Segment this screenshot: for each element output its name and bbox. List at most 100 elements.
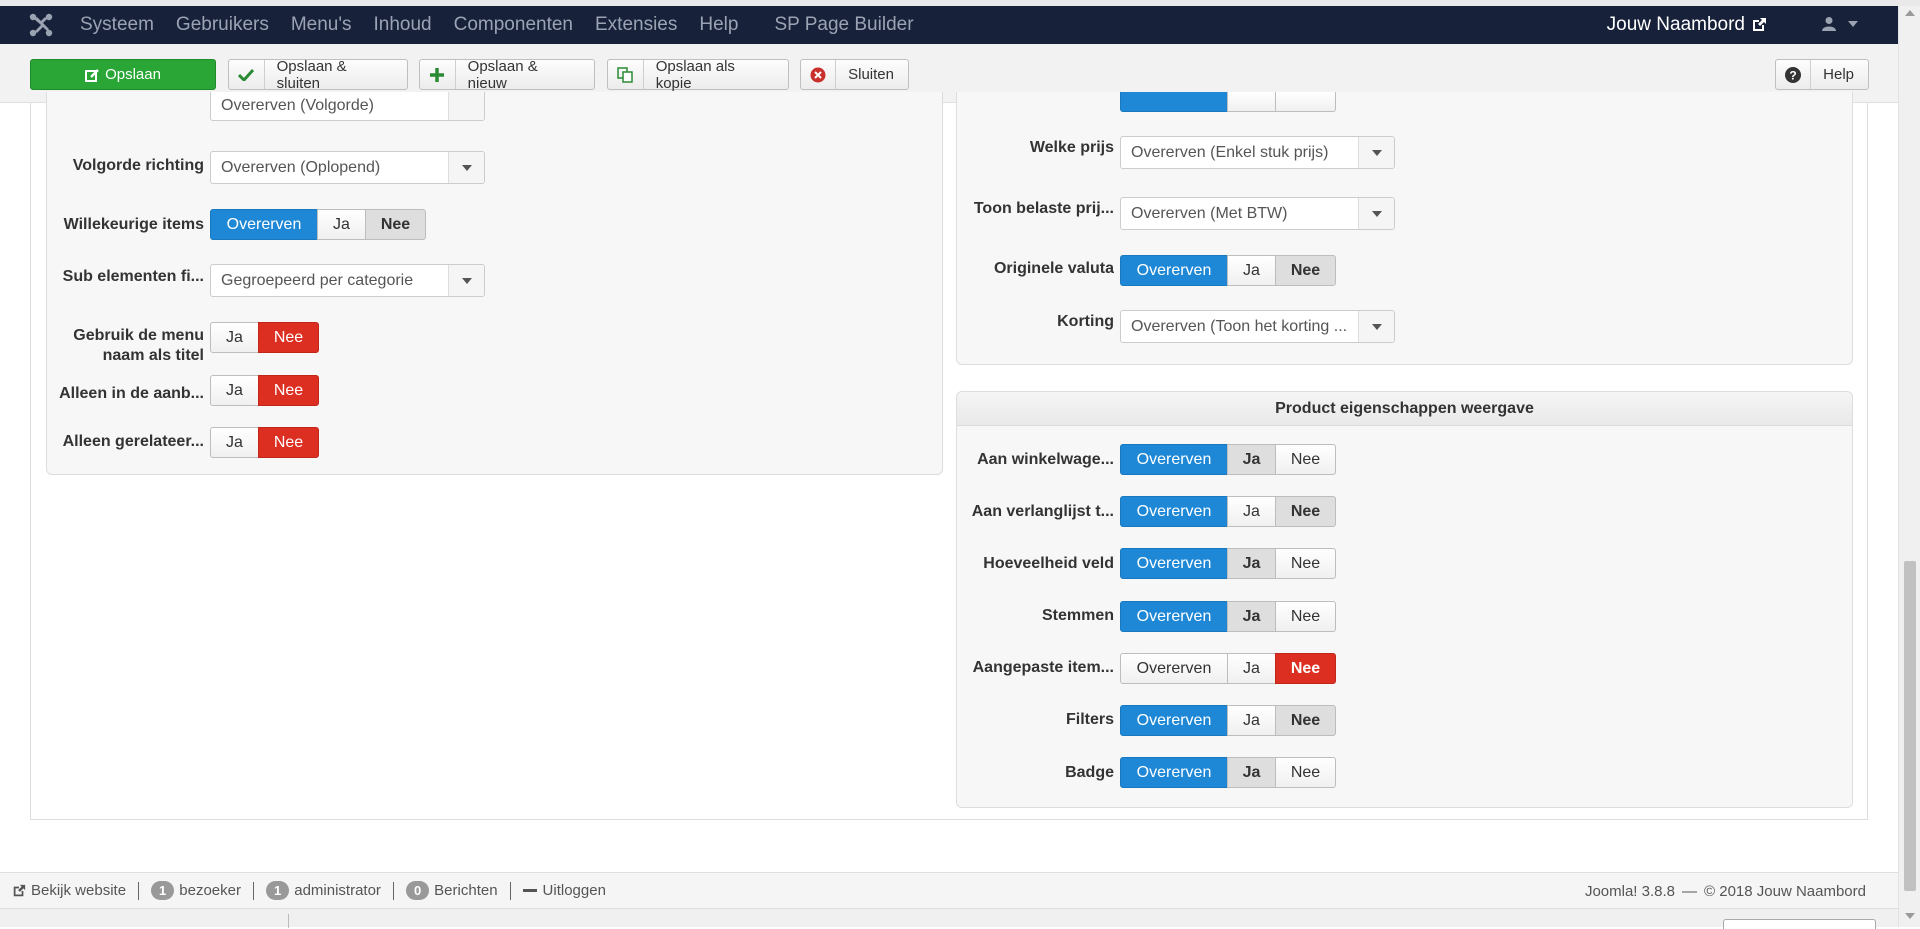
page-scrollbar[interactable] (1898, 6, 1920, 927)
menu-extensies[interactable]: Extensies (595, 14, 677, 36)
only-related-ja[interactable]: Ja (210, 427, 259, 458)
random-items-ja[interactable]: Ja (317, 209, 366, 240)
partial-toggle-nee[interactable] (1275, 92, 1336, 112)
menu-inhoud[interactable]: Inhoud (374, 14, 432, 36)
messages-link[interactable]: 0 Berichten (405, 881, 498, 900)
which-price-select[interactable]: Overerven (Enkel stuk prijs) (1120, 136, 1395, 169)
order-direction-select[interactable]: Overerven (Oplopend) (210, 151, 485, 184)
sub-elements-select[interactable]: Gegroepeerd per categorie (210, 264, 485, 297)
custom-items-ja[interactable]: Ja (1227, 653, 1276, 684)
menu-sp-page-builder[interactable]: SP Page Builder (774, 14, 913, 36)
admins-label: administrator (294, 882, 381, 899)
wishlist-overerven[interactable]: Overerven (1120, 496, 1228, 527)
scroll-thumb[interactable] (1904, 561, 1916, 891)
visitors-link[interactable]: 1 bezoeker (151, 881, 241, 900)
save-close-button[interactable]: Opslaan & sluiten (228, 57, 408, 92)
votes-label: Stemmen (1041, 607, 1114, 624)
votes-toggle: Overerven Ja Nee (1120, 601, 1336, 632)
partial-toggle-ja[interactable] (1227, 92, 1276, 112)
quantity-field-ja[interactable]: Ja (1227, 548, 1276, 579)
status-separator (138, 881, 140, 900)
menu-title-ja[interactable]: Ja (210, 322, 259, 353)
close-label: Sluiten (848, 66, 894, 83)
help-button[interactable]: ? Help (1775, 59, 1869, 90)
row-order-direction: Volgorde richting (46, 155, 204, 177)
random-items-nee[interactable]: Nee (365, 209, 426, 240)
sub-elements-value: Gegroepeerd per categorie (221, 271, 414, 289)
wishlist-label: Aan verlanglijst t... (971, 503, 1114, 520)
brand-label: Jouw Naambord (1606, 14, 1745, 35)
close-circle-icon (801, 60, 837, 89)
original-currency-nee[interactable]: Nee (1275, 255, 1336, 286)
scroll-up-arrow-icon[interactable] (1905, 10, 1915, 16)
taxed-price-label: Toon belaste prij... (973, 200, 1114, 217)
original-currency-label: Originele valuta (993, 260, 1114, 277)
original-currency-ja[interactable]: Ja (1227, 255, 1276, 286)
badge-overerven[interactable]: Overerven (1120, 757, 1228, 788)
wishlist-nee[interactable]: Nee (1275, 496, 1336, 527)
votes-nee[interactable]: Nee (1275, 601, 1336, 632)
filters-ja[interactable]: Ja (1227, 705, 1276, 736)
votes-ja[interactable]: Ja (1227, 601, 1276, 632)
discount-select[interactable]: Overerven (Toon het korting ... (1120, 310, 1395, 343)
filters-nee[interactable]: Nee (1275, 705, 1336, 736)
menu-title-nee[interactable]: Nee (258, 322, 319, 353)
original-currency-overerven[interactable]: Overerven (1120, 255, 1228, 286)
add-to-cart-nee[interactable]: Nee (1275, 444, 1336, 475)
save-close-label: Opslaan & sluiten (276, 57, 347, 92)
joomla-logo-icon[interactable] (28, 12, 54, 38)
save-copy-button[interactable]: Opslaan als kopie (607, 58, 789, 92)
site-brand-link[interactable]: Jouw Naambord (1607, 6, 1767, 44)
only-related-nee[interactable]: Nee (258, 427, 319, 458)
filters-overerven[interactable]: Overerven (1120, 705, 1228, 736)
order-direction-value: Overerven (Oplopend) (221, 158, 381, 176)
only-offers-nee[interactable]: Nee (258, 375, 319, 406)
row-only-related: Alleen gerelateer... (46, 431, 204, 453)
random-items-label: Willekeurige items (63, 216, 204, 233)
custom-items-nee[interactable]: Nee (1275, 653, 1336, 684)
quantity-field-nee[interactable]: Nee (1275, 548, 1336, 579)
order-direction-label: Volgorde richting (72, 157, 204, 174)
taxed-price-select[interactable]: Overerven (Met BTW) (1120, 197, 1395, 230)
badge-ja[interactable]: Ja (1227, 757, 1276, 788)
help-icon: ? (1776, 60, 1812, 89)
filters-toggle: Overerven Ja Nee (1120, 705, 1336, 736)
logout-link[interactable]: Uitloggen (522, 882, 606, 899)
row-custom-items: Aangepaste item... (956, 657, 1114, 679)
save-new-label: Opslaan & nieuw (467, 57, 538, 92)
which-price-value: Overerven (Enkel stuk prijs) (1131, 143, 1329, 161)
menu-gebruikers[interactable]: Gebruikers (176, 14, 269, 36)
close-button[interactable]: Sluiten (800, 59, 909, 90)
visitors-label: bezoeker (179, 882, 241, 899)
check-icon (229, 60, 265, 89)
add-to-cart-ja[interactable]: Ja (1227, 444, 1276, 475)
wishlist-ja[interactable]: Ja (1227, 496, 1276, 527)
row-votes: Stemmen (956, 605, 1114, 627)
scroll-down-arrow-icon[interactable] (1905, 913, 1915, 919)
menu-help[interactable]: Help (699, 14, 738, 36)
save-button[interactable]: Opslaan (30, 59, 216, 90)
menu-title-label: Gebruik de menu naam als titel (73, 327, 204, 364)
order-select-partial[interactable]: Overerven (Volgorde) (210, 92, 485, 121)
save-new-button[interactable]: Opslaan & nieuw (419, 57, 595, 92)
custom-items-overerven[interactable]: Overerven (1120, 653, 1228, 684)
add-to-cart-overerven[interactable]: Overerven (1120, 444, 1228, 475)
user-icon (1822, 17, 1836, 31)
badge-nee[interactable]: Nee (1275, 757, 1336, 788)
caret-down-icon (1848, 20, 1858, 27)
bottom-field (1723, 919, 1876, 929)
edit-icon (85, 68, 99, 82)
only-offers-ja[interactable]: Ja (210, 375, 259, 406)
menu-menus[interactable]: Menu's (291, 14, 352, 36)
votes-overerven[interactable]: Overerven (1120, 601, 1228, 632)
user-menu[interactable] (1822, 16, 1858, 31)
view-site-link[interactable]: Bekijk website (12, 882, 126, 899)
menu-systeem[interactable]: Systeem (80, 14, 154, 36)
window-bottom-strip (0, 908, 1898, 929)
partial-toggle-overerven[interactable] (1120, 92, 1228, 112)
random-items-overerven[interactable]: Overerven (210, 209, 318, 240)
menu-componenten[interactable]: Componenten (454, 14, 573, 36)
row-random-items: Willekeurige items (46, 214, 204, 236)
quantity-field-overerven[interactable]: Overerven (1120, 548, 1228, 579)
admins-link[interactable]: 1 administrator (266, 881, 381, 900)
